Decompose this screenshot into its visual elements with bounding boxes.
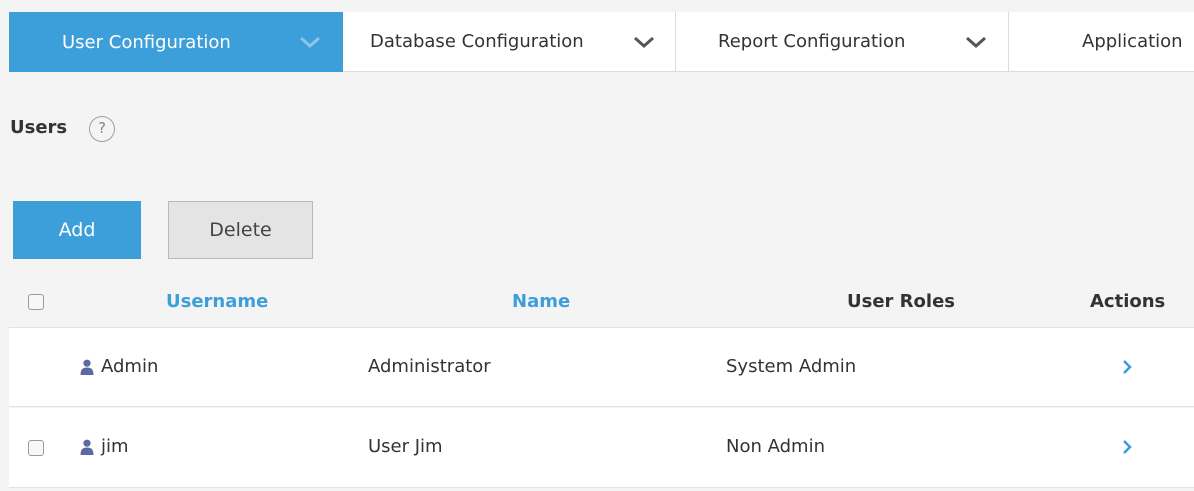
- username-cell: jim: [101, 436, 129, 457]
- table-header: Username Name User Roles Actions: [9, 281, 1194, 327]
- add-button[interactable]: Add: [13, 201, 141, 259]
- tab-label: Database Configuration: [370, 31, 584, 52]
- tab-label: Report Configuration: [718, 31, 906, 52]
- chevron-down-icon[interactable]: [965, 35, 987, 49]
- column-header-name[interactable]: Name: [512, 291, 570, 312]
- name-cell: User Jim: [368, 436, 443, 457]
- name-cell: Administrator: [368, 356, 491, 377]
- tab-user-configuration[interactable]: User Configuration: [9, 12, 343, 72]
- user-role-cell: System Admin: [726, 356, 857, 377]
- username-cell: Admin: [101, 356, 159, 377]
- user-icon: [80, 359, 94, 375]
- user-icon: [80, 439, 94, 455]
- select-all-checkbox[interactable]: [28, 294, 44, 310]
- table-row[interactable]: Admin Administrator System Admin: [9, 327, 1194, 407]
- user-role-cell: Non Admin: [726, 436, 825, 457]
- column-header-username[interactable]: Username: [166, 291, 268, 312]
- tab-label: Application: [1082, 31, 1183, 52]
- delete-button[interactable]: Delete: [168, 201, 313, 259]
- column-header-actions: Actions: [1090, 291, 1166, 312]
- chevron-down-icon[interactable]: [633, 35, 655, 49]
- section-title: Users: [10, 117, 68, 138]
- config-tabs: User Configuration Database Configuratio…: [9, 12, 1194, 72]
- column-header-user-roles: User Roles: [847, 291, 955, 312]
- row-checkbox[interactable]: [28, 440, 44, 456]
- chevron-right-icon[interactable]: [1121, 438, 1133, 456]
- help-icon[interactable]: ?: [89, 116, 115, 142]
- tab-application[interactable]: Application: [1009, 12, 1194, 72]
- tab-report-configuration[interactable]: Report Configuration: [676, 12, 1009, 72]
- table-row[interactable]: jim User Jim Non Admin: [9, 408, 1194, 488]
- tab-database-configuration[interactable]: Database Configuration: [343, 12, 676, 72]
- chevron-down-icon[interactable]: [299, 35, 321, 49]
- chevron-right-icon[interactable]: [1121, 358, 1133, 376]
- tab-label: User Configuration: [62, 31, 231, 53]
